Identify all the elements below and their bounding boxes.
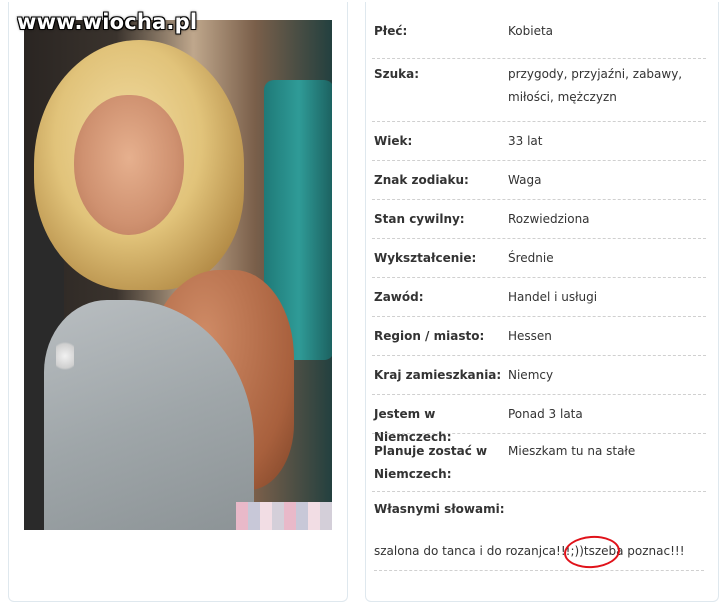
detail-row-seeking: Szuka: przygody, przyjaźni, zabawy, miło…	[372, 59, 706, 122]
detail-row-occupation: Zawód: Handel i usługi	[372, 278, 706, 317]
detail-label: Kraj zamieszkania:	[374, 368, 502, 382]
detail-value: Handel i usługi	[508, 290, 598, 304]
highlight-circle	[562, 534, 622, 570]
detail-label: Zawód:	[374, 290, 424, 304]
detail-value: Rozwiedziona	[508, 212, 590, 226]
detail-label: Znak zodiaku:	[374, 173, 469, 187]
photo-brooch	[56, 338, 74, 374]
profile-photo[interactable]	[24, 20, 332, 530]
detail-value: Hessen	[508, 329, 552, 343]
detail-label: Szuka:	[374, 67, 420, 81]
detail-label: Region / miasto:	[374, 329, 485, 343]
detail-row-education: Wykształcenie: Średnie	[372, 239, 706, 278]
detail-row-country: Kraj zamieszkania: Niemcy	[372, 356, 706, 395]
own-words-text: szalona do tanca i do rozanjca!!!;))tsze…	[374, 544, 685, 558]
detail-value: 33 lat	[508, 134, 543, 148]
photo-face	[74, 95, 184, 235]
detail-row-marital: Stan cywilny: Rozwiedziona	[372, 200, 706, 239]
detail-label: Wiek:	[374, 134, 413, 148]
detail-row-zodiac: Znak zodiaku: Waga	[372, 161, 706, 200]
detail-row-own-words: Własnymi słowami:	[372, 492, 706, 526]
detail-label: Własnymi słowami:	[374, 502, 505, 516]
watermark-logo: www.wiocha.pl	[17, 10, 198, 34]
own-words-text-container: szalona do tanca i do rozanjca!!!;))tsze…	[374, 534, 704, 571]
detail-value: przygody, przyjaźni, zabawy, miłości, mę…	[508, 67, 683, 104]
profile-details-list: Płeć: Kobieta Szuka: przygody, przyjaźni…	[372, 20, 706, 526]
profile-info-panel: Płeć: Kobieta Szuka: przygody, przyjaźni…	[365, 2, 719, 602]
detail-value: Kobieta	[508, 24, 554, 38]
detail-value: Średnie	[508, 251, 554, 265]
detail-row-gender: Płeć: Kobieta	[372, 20, 706, 59]
detail-row-age: Wiek: 33 lat	[372, 122, 706, 161]
detail-row-plans-to-stay: Planuje zostać w Niemczech: Mieszkam tu …	[372, 434, 706, 492]
detail-label: Stan cywilny:	[374, 212, 465, 226]
detail-row-time-in-germany: Jestem w Niemczech: Ponad 3 lata	[372, 395, 706, 444]
detail-value: Niemcy	[508, 368, 554, 382]
detail-value: Waga	[508, 173, 542, 187]
detail-value: Ponad 3 lata	[508, 407, 583, 421]
detail-label: Planuje zostać w Niemczech:	[374, 444, 488, 481]
detail-value	[572, 498, 706, 526]
detail-label: Wykształcenie:	[374, 251, 477, 265]
detail-value: Mieszkam tu na stałe	[508, 444, 636, 458]
pixelated-censor	[236, 502, 332, 530]
detail-label: Jestem w Niemczech:	[374, 407, 452, 444]
detail-row-region: Region / miasto: Hessen	[372, 317, 706, 356]
detail-label: Płeć:	[374, 24, 408, 38]
